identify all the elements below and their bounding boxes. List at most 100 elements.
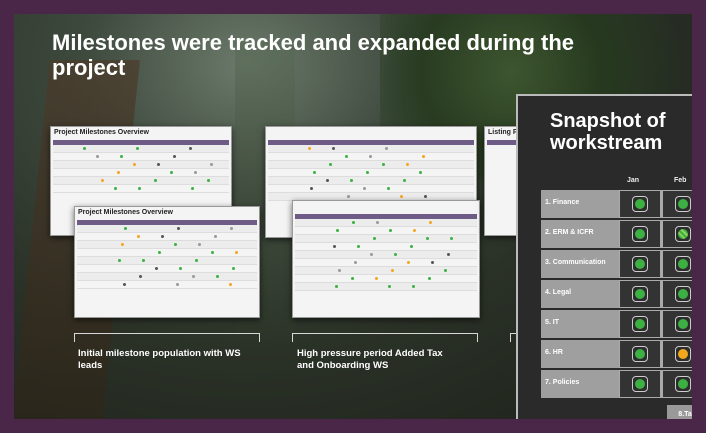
milestone-marker: [357, 245, 360, 248]
status-indicator: [675, 196, 691, 212]
milestone-marker: [347, 195, 350, 198]
thumbnail-row: [295, 275, 477, 283]
milestone-marker: [136, 147, 139, 150]
milestone-marker: [375, 277, 378, 280]
milestone-marker: [155, 267, 158, 270]
milestone-marker: [198, 243, 201, 246]
milestone-marker: [83, 147, 86, 150]
milestone-marker: [142, 259, 145, 262]
milestone-marker: [173, 155, 176, 158]
status-cell-feb: [663, 311, 703, 337]
milestone-marker: [114, 187, 117, 190]
status-cell-jan: [620, 341, 660, 367]
milestone-marker: [123, 283, 126, 286]
milestone-marker: [345, 155, 348, 158]
status-indicator: [632, 346, 648, 362]
milestone-marker: [406, 163, 409, 166]
milestone-marker: [422, 155, 425, 158]
milestone-marker: [429, 221, 432, 224]
milestone-marker: [410, 245, 413, 248]
status-indicator: [632, 376, 648, 392]
milestone-marker: [444, 269, 447, 272]
milestone-marker: [431, 261, 434, 264]
status-indicator: [675, 256, 691, 272]
thumbnail-row: [53, 177, 229, 185]
milestone-marker: [232, 267, 235, 270]
workstream-label: 6. HR: [545, 349, 563, 356]
milestone-marker: [170, 171, 173, 174]
thumbnail-row: [53, 153, 229, 161]
status-cell-jan: [620, 371, 660, 397]
thumbnail-title: Project Milestones Overview: [78, 209, 173, 216]
milestone-marker: [419, 171, 422, 174]
workstream-label: 7. Policies: [545, 379, 580, 386]
thumbnail-row: [268, 153, 474, 161]
workstream-label: 2. ERM & ICFR: [545, 229, 594, 236]
workstream-row: 6. HR: [541, 340, 706, 368]
thumbnail-row: [77, 265, 257, 273]
milestone-marker: [179, 267, 182, 270]
workstream-row: 3. Communication: [541, 250, 706, 278]
thumbnail-row: [77, 257, 257, 265]
milestone-marker: [214, 235, 217, 238]
status-indicator: [675, 376, 691, 392]
thumbnail-row: [295, 235, 477, 243]
thumbnail-row: [268, 185, 474, 193]
group-bracket: [292, 333, 478, 342]
milestone-marker: [195, 259, 198, 262]
milestone-marker: [139, 275, 142, 278]
milestone-marker: [101, 179, 104, 182]
thumbnail-row: [268, 177, 474, 185]
milestone-marker: [400, 195, 403, 198]
workstream-label: 1. Finance: [545, 199, 580, 206]
snapshot-title-line2: workstream: [550, 132, 663, 154]
milestone-marker: [412, 285, 415, 288]
status-cell-jan: [620, 281, 660, 307]
status-cell-feb: [663, 251, 703, 277]
milestone-marker: [194, 171, 197, 174]
thumbnail-row: [295, 227, 477, 235]
milestone-marker: [120, 155, 123, 158]
workstream-row: 1. Finance: [541, 190, 706, 218]
milestone-marker: [326, 179, 329, 182]
milestone-marker: [354, 261, 357, 264]
status-cell-jan: [620, 251, 660, 277]
milestone-marker: [138, 187, 141, 190]
milestone-marker: [332, 147, 335, 150]
milestone-marker: [385, 147, 388, 150]
milestone-marker: [370, 253, 373, 256]
milestone-marker: [192, 275, 195, 278]
status-indicator: [675, 226, 691, 242]
thumbnail-row: [77, 225, 257, 233]
milestone-marker: [426, 237, 429, 240]
thumbnail-row: [53, 161, 229, 169]
milestone-marker: [350, 179, 353, 182]
milestone-marker: [230, 227, 233, 230]
caption-initial: Initial milestone population with WS lea…: [78, 348, 241, 371]
milestone-marker: [403, 179, 406, 182]
thumbnail-row: [295, 251, 477, 259]
milestone-thumbnail: [292, 200, 480, 318]
status-indicator: [632, 316, 648, 332]
milestone-marker: [363, 187, 366, 190]
milestone-marker: [137, 235, 140, 238]
milestone-marker: [207, 179, 210, 182]
milestone-marker: [391, 269, 394, 272]
workstream-label: 3. Communication: [545, 259, 606, 266]
workstream-row: 7. Policies: [541, 370, 706, 398]
status-cell-feb: [663, 341, 703, 367]
milestone-marker: [387, 187, 390, 190]
workstream-row: 2. ERM & ICFR: [541, 220, 706, 248]
milestone-marker: [158, 251, 161, 254]
workstream-row: 5. IT: [541, 310, 706, 338]
milestone-marker: [335, 285, 338, 288]
thumbnail-row: [53, 169, 229, 177]
group-bracket: [74, 333, 260, 342]
milestone-marker: [428, 277, 431, 280]
milestone-marker: [369, 155, 372, 158]
milestone-marker: [124, 227, 127, 230]
milestone-marker: [133, 163, 136, 166]
milestone-marker: [229, 283, 232, 286]
milestone-marker: [394, 253, 397, 256]
status-indicator: [675, 286, 691, 302]
